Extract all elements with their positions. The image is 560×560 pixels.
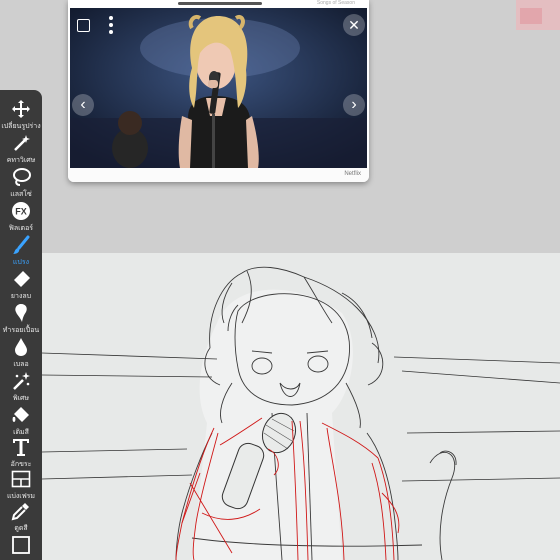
- pip-top-title: Songs of Season: [316, 0, 355, 6]
- sketch-layer: [42, 266, 560, 560]
- tool-blur[interactable]: เบลอ: [0, 336, 42, 370]
- dot-icon: [109, 23, 113, 27]
- pip-more-button[interactable]: [102, 14, 120, 36]
- tool-brush[interactable]: แปรง: [0, 234, 42, 268]
- video-pip-window[interactable]: Songs of Season ✕ ‹ › Netflix: [68, 0, 369, 182]
- tool-label: เบลอ: [13, 361, 29, 368]
- text-t-icon: [10, 436, 32, 458]
- dot-icon: [109, 16, 113, 20]
- frame-divider-icon: [10, 468, 32, 490]
- chevron-right-icon: ›: [351, 96, 357, 113]
- pip-bottom-bar: Netflix: [68, 168, 369, 182]
- magic-wand-icon: [10, 132, 32, 154]
- brush-icon: [10, 234, 32, 256]
- tool-label: คทาวิเศษ: [6, 157, 36, 164]
- tool-label: พิเศษ: [12, 395, 30, 402]
- tool-frame[interactable]: แบ่งเฟรม: [0, 468, 42, 502]
- tool-label: แปรง: [12, 259, 30, 266]
- tool-label: ดูดสี: [14, 525, 28, 532]
- dot-icon: [109, 30, 113, 34]
- drawing-canvas[interactable]: [42, 253, 560, 560]
- blur-drop-icon: [10, 336, 32, 358]
- tool-fill[interactable]: เติมสี: [0, 404, 42, 438]
- tool-bar: เปลี่ยนรูปร่าง คทาวิเศษ แลสโซ่ FX ฟิลเตอ…: [0, 90, 42, 560]
- chevron-left-icon: ‹: [80, 96, 86, 113]
- fx-icon: FX: [10, 200, 32, 222]
- color-swatch-blur-inner: [520, 8, 542, 24]
- fill-bucket-icon: [10, 404, 32, 426]
- pip-close-button[interactable]: ✕: [343, 14, 365, 36]
- pip-next-button[interactable]: ›: [343, 94, 365, 116]
- move-arrows-icon: [10, 98, 32, 120]
- tool-smudge[interactable]: ทำรอยเปื้อน: [0, 302, 42, 336]
- tool-eraser[interactable]: ยางลบ: [0, 268, 42, 302]
- tool-label: ฟิลเตอร์: [8, 225, 34, 232]
- tool-label: ทำรอยเปื้อน: [2, 327, 40, 334]
- eyedropper-icon: [10, 500, 32, 522]
- eraser-icon: [10, 268, 32, 290]
- close-icon: ✕: [348, 16, 360, 33]
- tool-lasso[interactable]: แลสโซ่: [0, 166, 42, 200]
- svg-text:FX: FX: [15, 207, 27, 217]
- drag-handle[interactable]: [178, 2, 262, 5]
- tool-transform[interactable]: เปลี่ยนรูปร่าง: [0, 98, 42, 132]
- tool-filter[interactable]: FX ฟิลเตอร์: [0, 200, 42, 234]
- sparkle-wand-icon: [10, 370, 32, 392]
- tool-magic-wand[interactable]: คทาวิเศษ: [0, 132, 42, 166]
- tool-canvas[interactable]: [0, 534, 42, 556]
- tool-label: แลสโซ่: [10, 191, 32, 198]
- square-icon: [76, 18, 90, 32]
- smudge-icon: [10, 302, 32, 324]
- tool-text[interactable]: อักขระ: [0, 436, 42, 470]
- tool-label: ยางลบ: [10, 293, 32, 300]
- pip-previous-button[interactable]: ‹: [72, 94, 94, 116]
- tool-eyedropper[interactable]: ดูดสี: [0, 500, 42, 534]
- brand-label: Netflix: [344, 171, 361, 177]
- lasso-icon: [10, 166, 32, 188]
- tool-label: เปลี่ยนรูปร่าง: [1, 123, 41, 130]
- tool-special[interactable]: พิเศษ: [0, 370, 42, 404]
- pip-expand-button[interactable]: [74, 16, 92, 34]
- canvas-square-icon: [10, 534, 32, 556]
